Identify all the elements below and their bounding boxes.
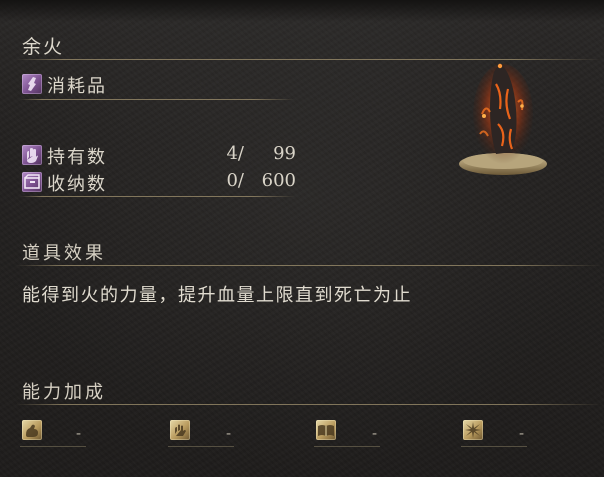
faith-underline [461, 446, 527, 447]
held-max: 99 [273, 143, 296, 164]
panel-top-edge [0, 0, 604, 22]
held-icon [22, 145, 42, 165]
strength-value: - [76, 424, 82, 442]
intelligence-underline [314, 446, 380, 447]
scaling-heading: 能力加成 [22, 382, 106, 403]
held-label: 持有数 [47, 147, 107, 168]
effect-divider [16, 265, 602, 266]
held-current: 4/ [226, 143, 244, 164]
item-name: 余火 [22, 36, 65, 58]
effect-heading: 道具效果 [22, 243, 106, 264]
intelligence-value: - [372, 424, 378, 442]
faith-value: - [519, 424, 525, 442]
scaling-divider [16, 404, 602, 405]
stored-label: 收纳数 [47, 174, 107, 195]
category-divider [20, 99, 295, 100]
consumable-icon [22, 74, 42, 94]
intelligence-icon [316, 420, 336, 440]
faith-icon [463, 420, 483, 440]
stats-divider [20, 196, 295, 197]
stored-current: 0/ [226, 170, 244, 191]
dexterity-icon [170, 420, 190, 440]
item-detail-panel: 余火 消耗品 持有数 4/ 99 收纳数 0/ 600 道具效果 能得到火的力量… [0, 0, 604, 477]
stored-max: 600 [261, 170, 296, 191]
strength-icon [22, 420, 42, 440]
item-category: 消耗品 [47, 76, 107, 97]
dexterity-value: - [226, 424, 232, 442]
effect-description: 能得到火的力量，提升血量上限直到死亡为止 [22, 285, 412, 306]
storage-box-icon [22, 172, 42, 192]
ember-item-image [456, 54, 550, 184]
strength-underline [20, 446, 86, 447]
dexterity-underline [168, 446, 234, 447]
